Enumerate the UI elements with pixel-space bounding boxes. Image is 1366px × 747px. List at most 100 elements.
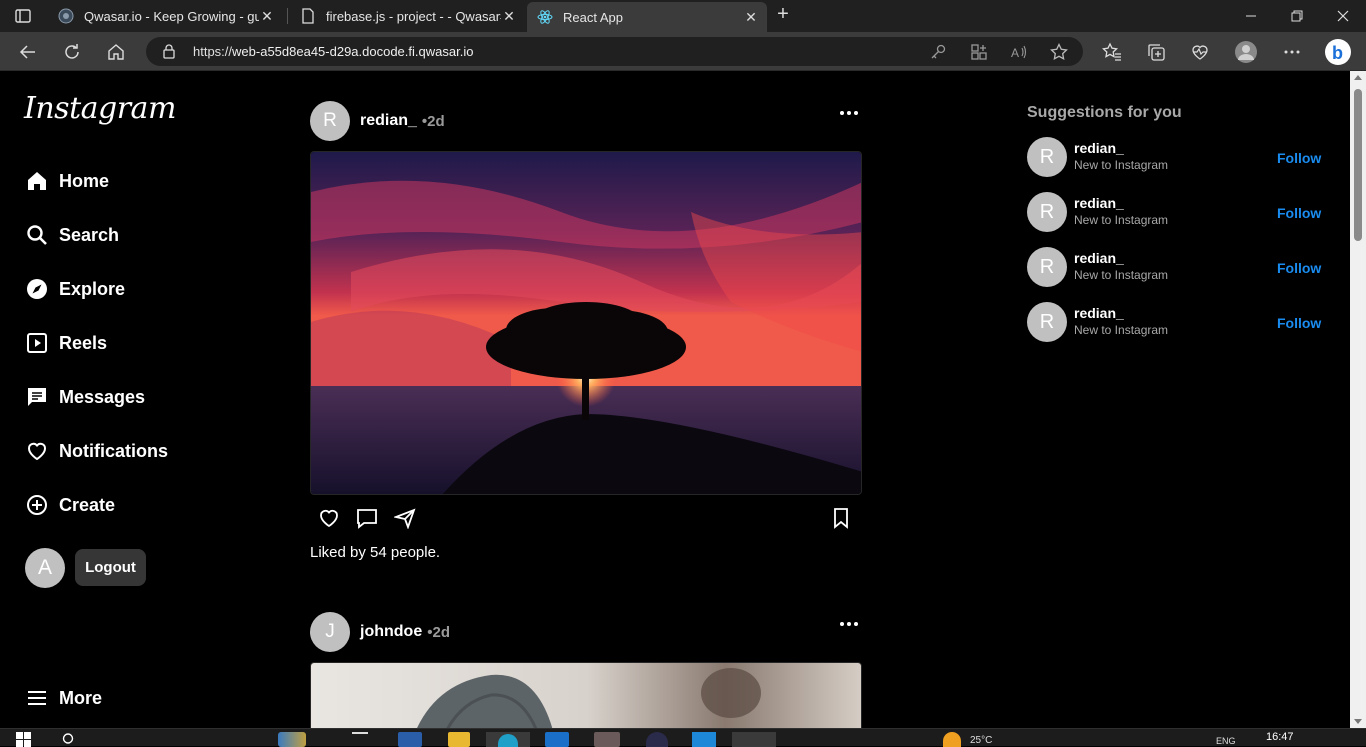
nav-item-create[interactable]: Create — [26, 494, 115, 516]
mail-app-icon[interactable] — [398, 732, 422, 747]
instagram-page: Instagram Home Search Explore Reels Mess… — [0, 71, 1350, 728]
suggestion-avatar[interactable]: R — [1027, 192, 1067, 232]
restore-button[interactable] — [1274, 0, 1320, 32]
taskbar-search-icon[interactable] — [62, 732, 76, 747]
search-highlight-icon[interactable] — [278, 732, 306, 747]
collections-icon[interactable] — [1146, 42, 1166, 62]
media-app-icon[interactable] — [594, 732, 620, 747]
taskbar-clock[interactable]: 16:47 — [1266, 731, 1294, 743]
post-image-sunset-tree[interactable] — [310, 151, 862, 495]
weather-temp[interactable]: 25°C — [970, 735, 992, 746]
suggestions-title: Suggestions for you — [1027, 104, 1182, 121]
suggestion-avatar[interactable]: R — [1027, 247, 1067, 287]
tab-actions-icon[interactable] — [14, 7, 32, 25]
key-icon[interactable] — [929, 43, 947, 61]
home-button[interactable] — [105, 41, 127, 63]
nav-label: Create — [59, 494, 116, 515]
browser-address-bar: https://web-a55d8ea45-d29a.docode.fi.qwa… — [0, 32, 1366, 71]
browser-tab-firebase[interactable]: firebase.js - project - - Qwasar#D ✕ — [290, 0, 525, 32]
close-tab-icon[interactable]: ✕ — [743, 9, 759, 26]
profile-avatar-icon[interactable] — [1234, 40, 1258, 64]
edge-taskbar-button[interactable] — [486, 732, 530, 747]
read-aloud-icon[interactable]: A — [1010, 43, 1028, 61]
file-explorer-icon[interactable] — [448, 732, 470, 747]
nav-label: Explore — [59, 278, 126, 299]
browser-tab-react-app[interactable]: React App ✕ — [527, 2, 767, 32]
refresh-button[interactable] — [61, 41, 83, 63]
messages-icon — [28, 388, 46, 406]
more-menu-button[interactable]: More — [26, 687, 102, 709]
suggestion-name[interactable]: redian_ — [1074, 250, 1124, 266]
post-avatar[interactable]: R — [310, 101, 350, 141]
performance-icon[interactable] — [1190, 42, 1210, 62]
settings-more-icon[interactable] — [1282, 42, 1302, 62]
taskbar-app-button[interactable] — [732, 732, 776, 747]
suggestion-avatar[interactable]: R — [1027, 302, 1067, 342]
post-avatar[interactable]: J — [310, 612, 350, 652]
nav-item-search[interactable]: Search — [26, 224, 119, 246]
close-tab-icon[interactable]: ✕ — [259, 8, 275, 25]
user-avatar[interactable]: A — [25, 548, 65, 588]
apps-icon[interactable] — [970, 43, 988, 61]
favorite-star-icon[interactable] — [1050, 43, 1068, 61]
instagram-logo[interactable]: Instagram — [24, 91, 176, 126]
store-app-icon[interactable] — [545, 732, 569, 747]
follow-button[interactable]: Follow — [1277, 150, 1321, 166]
app-icon[interactable] — [646, 732, 668, 747]
url-text: https://web-a55d8ea45-d29a.docode.fi.qwa… — [193, 44, 473, 59]
vscode-icon[interactable] — [692, 732, 716, 747]
post-actions — [318, 507, 854, 529]
weather-sun-icon — [943, 732, 961, 747]
follow-button[interactable]: Follow — [1277, 205, 1321, 221]
nav-item-reels[interactable]: Reels — [26, 332, 107, 354]
suggestion-name[interactable]: redian_ — [1074, 195, 1124, 211]
comment-icon[interactable] — [356, 507, 378, 529]
logout-button[interactable]: Logout — [75, 549, 146, 586]
bookmark-icon[interactable] — [830, 507, 852, 529]
language-indicator[interactable]: ENG — [1216, 736, 1236, 746]
back-button[interactable] — [17, 41, 39, 63]
post-username[interactable]: redian_ — [360, 112, 417, 130]
post-options-icon[interactable] — [840, 111, 858, 115]
nav-item-messages[interactable]: Messages — [26, 386, 145, 408]
follow-button[interactable]: Follow — [1277, 315, 1321, 331]
share-send-icon[interactable] — [394, 507, 416, 529]
windows-start-icon[interactable] — [16, 732, 31, 747]
follow-button[interactable]: Follow — [1277, 260, 1321, 276]
suggestion-avatar[interactable]: R — [1027, 137, 1067, 177]
heart-icon — [28, 442, 46, 461]
suggestion-item: R redian_ New to Instagram Follow — [1027, 247, 1327, 287]
post-options-icon[interactable] — [840, 622, 858, 626]
hamburger-menu-icon — [28, 691, 46, 705]
url-prefix: https:// — [193, 44, 233, 59]
suggestion-name[interactable]: redian_ — [1074, 140, 1124, 156]
task-view-icon[interactable] — [352, 732, 368, 747]
nav-item-home[interactable]: Home — [26, 170, 109, 192]
new-tab-button[interactable]: + — [772, 4, 794, 26]
lock-icon[interactable] — [162, 43, 176, 59]
more-label: More — [59, 687, 103, 708]
post-image-person-beanie[interactable] — [310, 662, 862, 728]
suggestion-name[interactable]: redian_ — [1074, 305, 1124, 321]
post-username[interactable]: johndoe — [360, 623, 422, 641]
scroll-up-arrow-icon[interactable] — [1354, 75, 1362, 80]
favorites-icon[interactable] — [1102, 42, 1122, 62]
bing-copilot-icon[interactable]: b — [1324, 38, 1352, 66]
like-heart-icon[interactable] — [318, 507, 340, 529]
reels-icon — [27, 333, 47, 353]
scrollbar-thumb[interactable] — [1354, 89, 1362, 241]
page-scrollbar[interactable] — [1350, 71, 1366, 728]
nav-item-notifications[interactable]: Notifications — [26, 440, 168, 462]
nav-item-explore[interactable]: Explore — [26, 278, 125, 300]
close-tab-icon[interactable]: ✕ — [501, 8, 517, 25]
minimize-button[interactable] — [1228, 0, 1274, 32]
suggestion-subtitle: New to Instagram — [1074, 268, 1169, 282]
browser-tab-qwasar[interactable]: Qwasar.io - Keep Growing - gulm ✕ — [48, 0, 283, 32]
close-window-button[interactable] — [1320, 0, 1366, 32]
nav-label: Search — [59, 224, 120, 245]
address-field[interactable]: https://web-a55d8ea45-d29a.docode.fi.qwa… — [146, 37, 1083, 66]
svg-text:b: b — [1332, 43, 1343, 63]
scroll-down-arrow-icon[interactable] — [1354, 719, 1362, 724]
nav-label: Messages — [59, 386, 146, 407]
post-time: •2d — [421, 112, 445, 130]
